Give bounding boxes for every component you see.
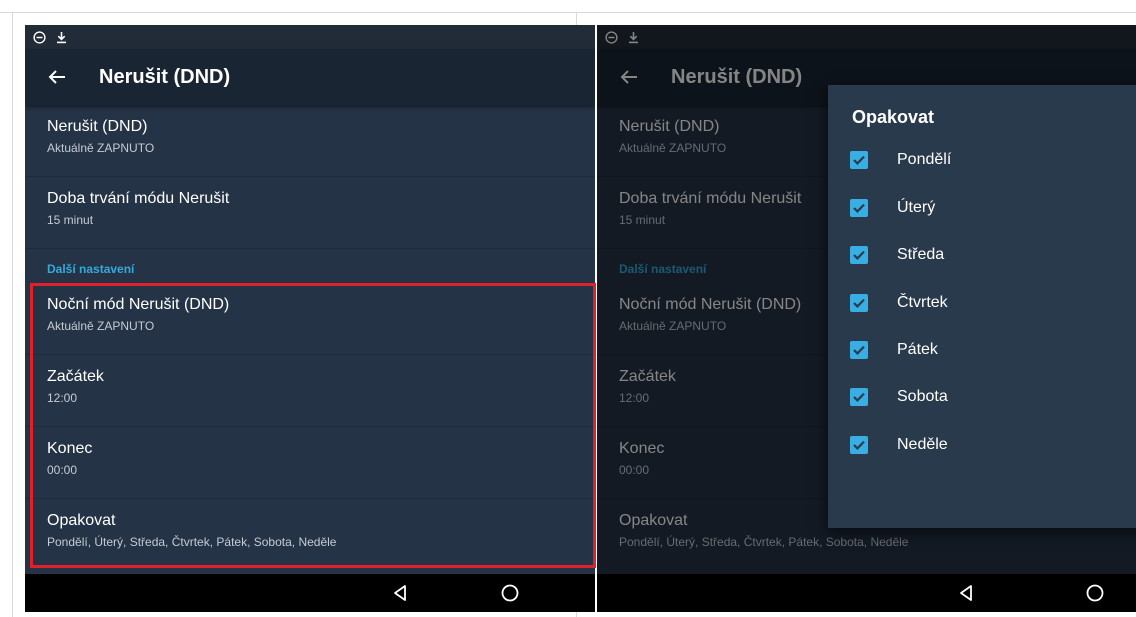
dialog-title: Opakovat: [852, 107, 935, 127]
option-label: Sobota: [897, 388, 948, 405]
status-bar: [25, 25, 595, 49]
setting-title: Doba trvání módu Nerušit: [47, 190, 230, 207]
option-label: Pátek: [897, 341, 938, 358]
option-label: Úterý: [897, 199, 936, 216]
frame-line-top: [0, 12, 1136, 13]
option-label: Středa: [897, 246, 945, 263]
setting-summary: 00:00: [47, 463, 78, 477]
checkbox-checked-icon[interactable]: [850, 388, 868, 406]
setting-title: Nerušit (DND): [47, 118, 148, 135]
setting-title: Začátek: [47, 368, 104, 385]
arrow-back-icon: [48, 70, 65, 84]
checkbox-checked-icon[interactable]: [850, 151, 868, 169]
option-saturday[interactable]: Sobota: [850, 377, 1130, 417]
checkbox-checked-icon[interactable]: [850, 199, 868, 217]
navigation-bar: [597, 574, 1136, 612]
setting-summary: 15 minut: [47, 213, 94, 227]
nav-home-circle-icon[interactable]: [1085, 583, 1105, 603]
setting-summary: Aktuálně ZAPNUTO: [47, 141, 155, 155]
setting-dnd[interactable]: Nerušit (DND) Aktuálně ZAPNUTO: [25, 105, 595, 177]
checkbox-checked-icon[interactable]: [850, 246, 868, 264]
nav-home-circle-icon[interactable]: [500, 583, 520, 603]
option-monday[interactable]: Pondělí: [850, 140, 1130, 180]
setting-dnd-duration[interactable]: Doba trvání módu Nerušit 15 minut: [25, 177, 595, 249]
setting-summary: Pondělí, Úterý, Středa, Čtvrtek, Pátek, …: [47, 535, 337, 549]
setting-repeat[interactable]: Opakovat Pondělí, Úterý, Středa, Čtvrtek…: [25, 499, 595, 571]
setting-summary: 12:00: [47, 391, 78, 405]
settings-list: Nerušit (DND) Aktuálně ZAPNUTO Doba trvá…: [25, 105, 595, 574]
checkbox-checked-icon[interactable]: [850, 294, 868, 312]
checkbox-checked-icon[interactable]: [850, 341, 868, 359]
option-sunday[interactable]: Neděle: [850, 425, 1130, 465]
option-label: Neděle: [897, 436, 948, 453]
option-wednesday[interactable]: Středa: [850, 235, 1130, 275]
setting-title: Konec: [47, 440, 93, 457]
download-icon: [56, 31, 67, 44]
option-thursday[interactable]: Čtvrtek: [850, 283, 1130, 323]
nav-back-triangle-icon[interactable]: [956, 583, 976, 603]
repeat-dialog: Opakovat Pondělí Úterý Středa Čtvrtek Pá…: [828, 85, 1136, 528]
option-tuesday[interactable]: Úterý: [850, 188, 1130, 228]
screen-settings: Nerušit (DND) Nerušit (DND) Aktuálně ZAP…: [25, 25, 595, 612]
navigation-bar: [25, 574, 595, 612]
page-title: Nerušit (DND): [99, 65, 231, 88]
setting-summary: Aktuálně ZAPNUTO: [47, 319, 155, 333]
back-button[interactable]: [29, 49, 85, 105]
option-label: Čtvrtek: [897, 294, 948, 311]
setting-end[interactable]: Konec 00:00: [25, 427, 595, 499]
setting-night-dnd[interactable]: Noční mód Nerušit (DND) Aktuálně ZAPNUTO: [25, 283, 595, 355]
option-label: Pondělí: [897, 151, 952, 168]
nav-back-triangle-icon[interactable]: [390, 583, 410, 603]
option-friday[interactable]: Pátek: [850, 330, 1130, 370]
screen-repeat-dialog: Nerušit (DND) Nerušit (DND) Aktuálně ZAP…: [597, 25, 1136, 612]
frame-line-left: [12, 12, 13, 617]
app-bar: Nerušit (DND): [25, 49, 595, 105]
setting-title: Noční mód Nerušit (DND): [47, 296, 230, 313]
setting-start[interactable]: Začátek 12:00: [25, 355, 595, 427]
section-header: Další nastavení: [47, 262, 135, 276]
setting-title: Opakovat: [47, 512, 116, 529]
checkbox-checked-icon[interactable]: [850, 436, 868, 454]
do-not-disturb-icon: [33, 30, 46, 44]
